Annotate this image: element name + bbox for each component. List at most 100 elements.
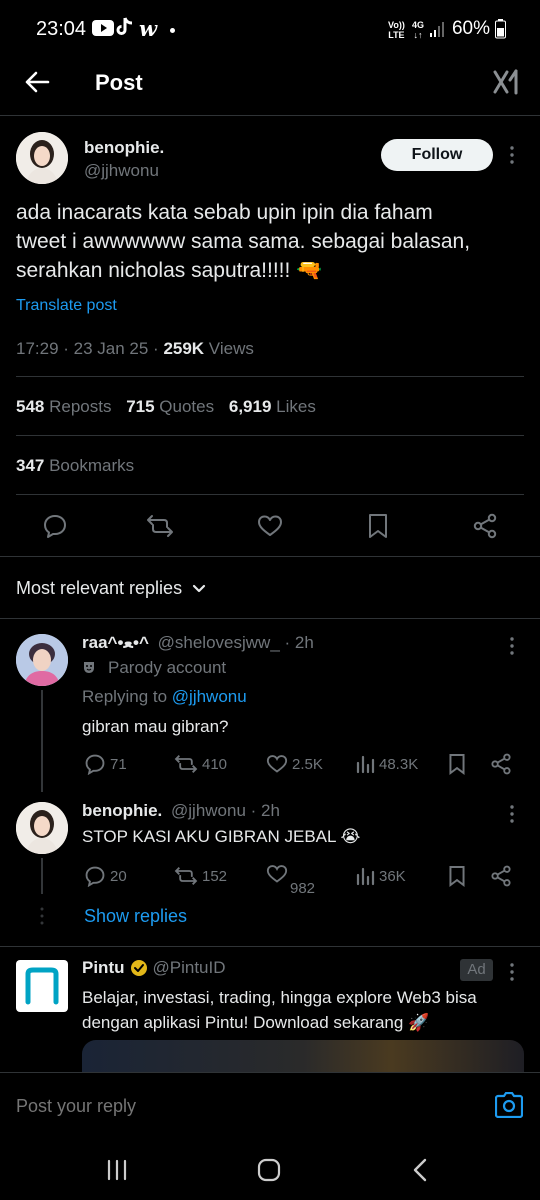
reply-avatar[interactable] xyxy=(16,802,68,854)
share-icon[interactable] xyxy=(472,513,498,539)
ad-author-handle[interactable]: @PintuID xyxy=(153,958,226,978)
replies-filter-dropdown[interactable]: Most relevant replies xyxy=(16,578,206,599)
stats-divider xyxy=(16,435,524,436)
bookmark-icon[interactable] xyxy=(448,753,466,775)
translate-post-link[interactable]: Translate post xyxy=(16,297,117,315)
youtube-icon xyxy=(92,20,114,36)
status-time: 23:04 xyxy=(36,18,87,40)
post-text-line: tweet i awwwwww sama sama. sebagai balas… xyxy=(16,230,471,253)
filter-divider xyxy=(0,618,540,619)
reply-header: raa^•ﻌ•^ @shelovesjww_ · 2h xyxy=(82,633,314,653)
thread-line xyxy=(41,858,43,894)
bookmark-icon[interactable] xyxy=(448,865,466,887)
quotes-label: Quotes xyxy=(154,397,215,416)
share-icon[interactable] xyxy=(490,753,512,775)
views-count: 48.3K xyxy=(379,755,419,773)
bookmarks-stat[interactable]: 347 Bookmarks xyxy=(16,456,134,476)
reposts-label: Reposts xyxy=(44,397,112,416)
ad-text-line: dengan aplikasi Pintu! Download sekarang… xyxy=(82,1013,430,1032)
ad-logo[interactable] xyxy=(16,960,68,1012)
likes-label: Likes xyxy=(271,397,316,416)
reply-avatar[interactable] xyxy=(16,634,68,686)
reply-input[interactable] xyxy=(16,1090,476,1122)
reply-icon[interactable] xyxy=(42,513,68,539)
thread-dots xyxy=(38,906,46,926)
bookmark-icon[interactable] xyxy=(367,513,389,539)
post-text-line: ada inacarats kata sebab upin ipin dia f… xyxy=(16,201,433,224)
like-icon[interactable] xyxy=(266,864,288,884)
repost-action[interactable]: 152 xyxy=(174,866,227,886)
network-label: 4G ↓↑ xyxy=(412,20,425,40)
reply-icon xyxy=(84,865,106,887)
ad-text: Belajar, investasi, trading, hingga expl… xyxy=(82,985,532,1035)
repost-count: 410 xyxy=(202,755,228,773)
header-divider xyxy=(0,115,540,116)
views-count: 36K xyxy=(379,867,406,885)
more-options-icon[interactable] xyxy=(508,962,516,982)
views-label: Views xyxy=(204,339,254,358)
share-icon[interactable] xyxy=(490,865,512,887)
bookmarks-count: 347 xyxy=(16,456,45,475)
reposts-stat[interactable]: 548 Reposts xyxy=(16,397,111,416)
replying-prefix: Replying to xyxy=(82,687,172,706)
engagement-stats: 548 Reposts 715 Quotes 6,919 Likes xyxy=(16,397,316,417)
post-divider xyxy=(0,556,540,557)
reply-action[interactable]: 71 xyxy=(84,753,127,775)
post-timestamp-views: 17:29 · 23 Jan 25 · 259K Views xyxy=(16,339,254,359)
more-options-icon[interactable] xyxy=(508,804,516,824)
reply-author-handle[interactable]: @jjhwonu · 2h xyxy=(171,801,280,820)
like-icon[interactable] xyxy=(257,514,283,538)
chevron-down-icon xyxy=(192,584,206,594)
reply-count: 20 xyxy=(110,867,127,885)
author-name[interactable]: benophie. xyxy=(84,138,164,158)
back-arrow-icon[interactable] xyxy=(24,70,50,94)
repost-action[interactable]: 410 xyxy=(174,754,227,774)
likes-stat[interactable]: 6,919 Likes xyxy=(229,397,316,416)
replying-handle-link[interactable]: @jjhwonu xyxy=(172,687,247,706)
reply-input-bar xyxy=(0,1072,540,1140)
reposts-count: 548 xyxy=(16,397,45,416)
stats-divider xyxy=(16,494,524,495)
author-handle[interactable]: @jjhwonu xyxy=(84,161,159,181)
parody-account-label: Parody account xyxy=(82,658,226,678)
bookmarks-label: Bookmarks xyxy=(44,456,135,475)
reply-header: benophie. @jjhwonu · 2h xyxy=(82,801,280,821)
xai-grok-icon[interactable] xyxy=(492,68,522,96)
top-header: Post xyxy=(0,60,540,116)
reply-action[interactable]: 20 xyxy=(84,865,127,887)
nav-back-icon[interactable] xyxy=(412,1158,428,1182)
quotes-stat[interactable]: 715 Quotes xyxy=(126,397,214,416)
post-text: ada inacarats kata sebab upin ipin dia f… xyxy=(16,198,524,285)
like-icon xyxy=(266,754,288,774)
notification-dot xyxy=(170,28,175,33)
recent-apps-icon[interactable] xyxy=(106,1159,128,1181)
author-avatar[interactable] xyxy=(16,132,68,184)
ad-author-name[interactable]: Pintu xyxy=(82,958,125,978)
reply-count: 71 xyxy=(110,755,127,773)
webtoon-icon: w xyxy=(139,16,158,41)
views-action[interactable]: 48.3K xyxy=(355,754,418,774)
repost-icon xyxy=(174,754,198,774)
reply-author-handle[interactable]: @shelovesjww_ · 2h xyxy=(158,633,314,652)
reply-author-name[interactable]: raa^•ﻌ•^ xyxy=(82,633,149,652)
like-action[interactable]: 2.5K xyxy=(266,754,323,774)
more-options-icon[interactable] xyxy=(508,636,516,656)
status-bar: 23:04 w Vo)) LTE 4G ↓↑ 60% xyxy=(0,0,540,60)
views-action[interactable]: 36K xyxy=(355,866,406,886)
show-replies-link[interactable]: Show replies xyxy=(84,906,187,927)
home-icon[interactable] xyxy=(257,1158,281,1182)
like-count: 2.5K xyxy=(292,755,323,773)
views-icon xyxy=(355,866,375,886)
camera-icon[interactable] xyxy=(495,1092,523,1118)
gold-verified-icon xyxy=(130,959,148,977)
repost-icon xyxy=(174,866,198,886)
reply-author-name[interactable]: benophie. xyxy=(82,801,162,820)
theater-masks-icon xyxy=(82,659,100,677)
reply-icon xyxy=(84,753,106,775)
repost-icon[interactable] xyxy=(146,514,174,538)
likes-count: 6,919 xyxy=(228,397,272,416)
views-count: 259K xyxy=(163,339,205,358)
views-icon xyxy=(355,754,375,774)
follow-button[interactable]: Follow xyxy=(381,139,493,171)
more-options-icon[interactable] xyxy=(508,145,516,165)
